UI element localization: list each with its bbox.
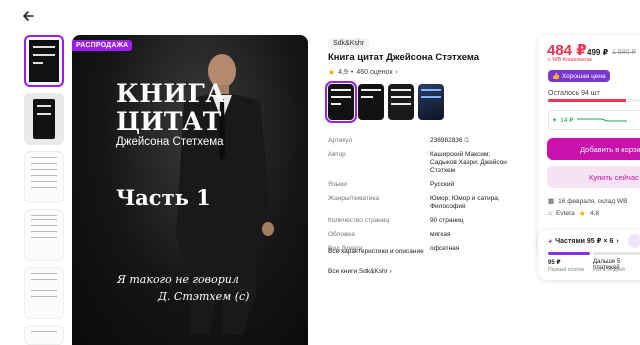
rating-row[interactable]: ★ 4,9 • 460 оценок › <box>328 68 398 77</box>
chevron-right-icon: › <box>389 268 392 275</box>
rating-value: 4,9 <box>338 69 348 76</box>
reviews-count: 460 оценок <box>356 69 393 76</box>
calendar-icon: ▦ <box>548 198 555 205</box>
cover-title-line2: ЦИТАТ <box>116 107 222 136</box>
star-icon: ★ <box>328 68 336 77</box>
wallet-note[interactable]: с WB Кошельком <box>548 57 592 63</box>
spec-row: Автор Каширский Максим; Садыков Хазри; Д… <box>328 151 507 174</box>
all-specs-link[interactable]: Все характеристики и описание <box>328 248 424 255</box>
specs-table: Артикул 238982836 ⧉ Автор Каширский Макс… <box>328 137 508 259</box>
thumbnail-list <box>24 35 66 345</box>
variant-part-1[interactable] <box>325 81 357 123</box>
trend-sparkline <box>577 118 628 122</box>
variant-part-3[interactable] <box>388 84 414 120</box>
variant-list <box>325 81 444 123</box>
installments-icon: ◕ <box>548 237 553 245</box>
installments-title: ◕ Частями 95 ₽ × 6 › <box>548 237 619 246</box>
chevron-right-icon: › <box>395 69 398 76</box>
brand-link[interactable]: Sdk&Kshr <box>328 38 370 49</box>
cover-signature: Д. Стэтхем (с) <box>158 290 250 303</box>
cover-title-line1: КНИГА <box>116 79 227 108</box>
installments-toggle[interactable] <box>628 234 640 248</box>
add-to-cart-button[interactable]: Добавить в корзину <box>547 138 640 160</box>
spec-row: Жанры/тематика Юмор; Юмор и сатира; Фило… <box>328 195 500 210</box>
thumbnail-page-3[interactable] <box>24 267 64 319</box>
back-arrow-icon[interactable] <box>20 8 36 24</box>
thumbnail-book-3d[interactable] <box>24 93 64 145</box>
spec-row: Языки Русский <box>328 181 455 188</box>
good-price-badge: 👍 Хорошая цена <box>548 70 610 82</box>
thumbnail-page-4[interactable] <box>24 325 64 345</box>
star-icon: ★ <box>578 209 586 218</box>
store-icon: ⌂ <box>548 210 552 217</box>
product-main-image[interactable]: РАСПРОДАЖА КНИГА ЦИТАТ Джейсона Стетхема… <box>72 35 308 345</box>
stock-left: Осталось 94 шт <box>548 90 600 97</box>
stock-bar <box>548 99 640 102</box>
trend-value: 14 ₽ <box>560 117 574 124</box>
delivery-info: ▦ 16 февраля, склад WB <box>548 197 628 206</box>
buy-now-button[interactable]: Купить сейчас <box>547 166 640 188</box>
variant-part-2[interactable] <box>358 84 384 120</box>
thumbnail-cover[interactable] <box>24 35 64 87</box>
installment-first-label: Первый платёж <box>548 267 585 273</box>
installment-first-amount: 95 ₽ <box>548 260 561 266</box>
thumbs-up-icon: 👍 <box>552 73 561 80</box>
variant-part-4[interactable] <box>418 84 444 120</box>
all-brand-books-link[interactable]: Все книги Sdk&Kshr › <box>328 268 392 275</box>
spec-row: Обложка мягкая <box>328 231 451 238</box>
installment-rest-bar <box>593 252 640 255</box>
installment-rest-label: Раз в 14 дней <box>593 267 625 273</box>
spec-row: Артикул 238982836 ⧉ <box>328 137 470 144</box>
chevron-right-icon: › <box>616 237 619 245</box>
cover-part: Часть 1 <box>116 185 211 210</box>
price-trend[interactable]: ▾ 14 ₽ <box>548 110 640 130</box>
copy-icon[interactable]: ⧉ <box>464 137 469 144</box>
price-without-wallet: 499 ₽ <box>587 48 609 57</box>
original-price: 1 580 ₽ <box>612 49 636 56</box>
product-title: Книга цитат Джейсона Стэтхема <box>328 52 480 63</box>
cover-author: Джейсона Стетхема <box>116 136 224 148</box>
cover-quote: Я такого не говорил <box>117 273 239 286</box>
thumbnail-page-1[interactable] <box>24 151 64 203</box>
spec-row: Количество страниц 90 страниц <box>328 217 464 224</box>
arrow-down-icon: ▾ <box>553 117 557 124</box>
article-number: 238982836 <box>430 137 463 144</box>
seller-info[interactable]: ⌂ Evtera ★ 4,8 <box>548 209 599 218</box>
sale-badge: РАСПРОДАЖА <box>72 40 133 51</box>
installment-first-bar <box>548 252 590 255</box>
thumbnail-page-2[interactable] <box>24 209 64 261</box>
